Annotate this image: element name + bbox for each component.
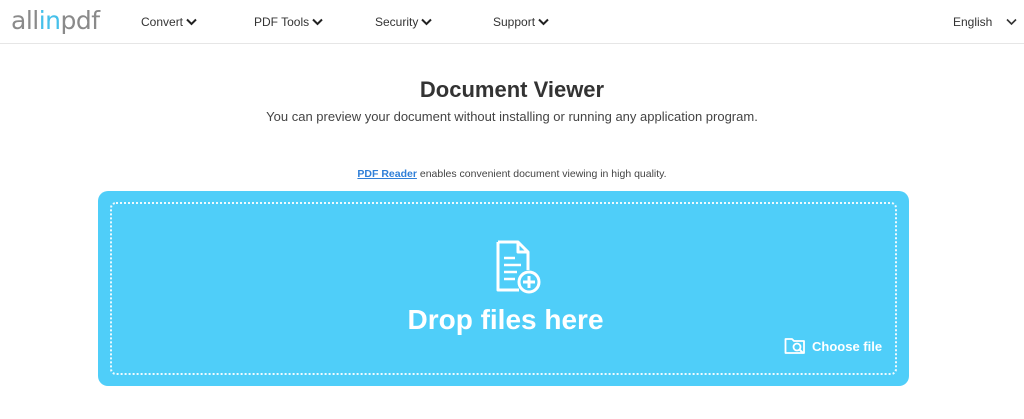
- drop-files-label: Drop files here: [407, 304, 604, 335]
- nav-support[interactable]: Support: [493, 13, 549, 31]
- nav-convert[interactable]: Convert: [141, 13, 197, 31]
- nav-security[interactable]: Security: [375, 13, 433, 31]
- chevron-down-icon: [312, 18, 323, 26]
- chevron-down-icon: [186, 18, 197, 26]
- pdf-reader-note: PDF Reader enables convenient document v…: [357, 168, 667, 180]
- language-selector[interactable]: English: [953, 13, 1017, 31]
- page-title: Document Viewer: [419, 77, 605, 102]
- site-header: allinpdf Convert PDF Tools Security Supp…: [0, 0, 1024, 44]
- folder-search-icon: [784, 338, 805, 354]
- document-add-icon: [496, 240, 541, 294]
- nav-pdf-tools[interactable]: PDF Tools: [254, 13, 323, 31]
- pdf-reader-link[interactable]: PDF Reader: [357, 168, 417, 180]
- file-dropzone[interactable]: Drop files here Choose file: [98, 191, 909, 386]
- chevron-down-icon: [538, 18, 549, 26]
- chevron-down-icon: [421, 18, 433, 26]
- chevron-down-icon: [1006, 18, 1017, 26]
- dropzone-dotted-border: Drop files here Choose file: [110, 202, 897, 375]
- allinpdf-logo[interactable]: allinpdf: [11, 6, 100, 36]
- page-subtitle: You can preview your document without in…: [266, 109, 758, 124]
- logo-wordmark: allinpdf: [11, 6, 100, 35]
- choose-file-button[interactable]: Choose file: [784, 334, 882, 358]
